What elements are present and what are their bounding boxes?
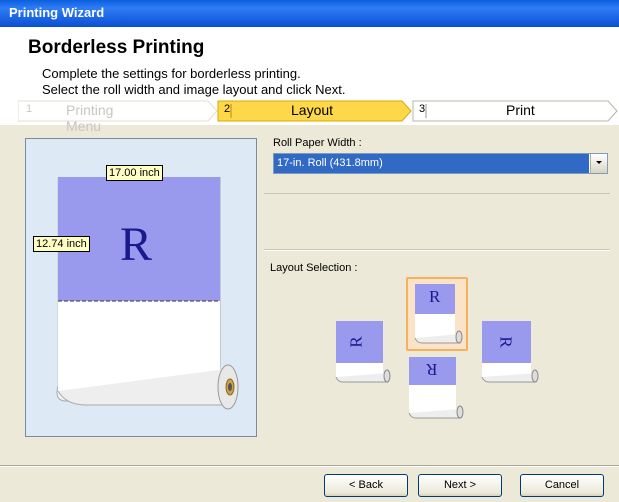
layout-option-normal-letter: R xyxy=(429,287,441,306)
next-button[interactable]: Next > xyxy=(418,474,502,497)
layout-option-normal[interactable]: R xyxy=(406,277,468,351)
chevron-down-icon[interactable] xyxy=(590,154,607,173)
instruction-line-1: Complete the settings for borderless pri… xyxy=(42,66,301,81)
layout-option-rotate-left[interactable]: R xyxy=(333,318,391,388)
cancel-button[interactable]: Cancel xyxy=(520,474,604,497)
step-3-label: Print xyxy=(506,102,535,118)
window-title: Printing Wizard xyxy=(9,5,105,20)
divider xyxy=(264,249,610,251)
roll-paper-width-label: Roll Paper Width : xyxy=(273,137,362,149)
back-button[interactable]: < Back xyxy=(324,474,408,497)
divider xyxy=(264,193,610,194)
layout-option-rotate-left-letter: R xyxy=(346,336,366,348)
layout-option-rotate-180-letter: R xyxy=(426,360,438,379)
height-dimension-label: 12.74 inch xyxy=(33,236,90,252)
wizard-steps: 1 Printing Menu 2 Layout 3 Print xyxy=(18,100,618,134)
step-2-label: Layout xyxy=(291,102,334,118)
roll-paper-width-select[interactable]: 17-in. Roll (431.8mm) xyxy=(273,153,608,174)
layout-option-rotate-right[interactable]: R xyxy=(479,318,539,388)
preview-letter: R xyxy=(120,218,153,271)
layout-selection-label: Layout Selection : xyxy=(270,262,358,274)
window-title-bar[interactable]: Printing Wizard xyxy=(0,0,619,28)
roll-paper-width-value: 17-in. Roll (431.8mm) xyxy=(274,154,589,173)
page-title: Borderless Printing xyxy=(28,37,205,58)
layout-option-rotate-180[interactable]: R xyxy=(406,354,464,424)
roll-paper-preview xyxy=(56,177,239,410)
footer-divider xyxy=(0,465,619,467)
wizard-header: Borderless Printing Complete the setting… xyxy=(0,27,619,134)
step-1-label: Printing Menu xyxy=(66,102,114,134)
instruction-line-2: Select the roll width and image layout a… xyxy=(42,82,346,97)
layout-option-rotate-right-letter: R xyxy=(496,336,516,348)
width-dimension-label: 17.00 inch xyxy=(106,165,163,181)
layout-preview-panel: R 17.00 inch 12.74 inch xyxy=(25,138,257,437)
